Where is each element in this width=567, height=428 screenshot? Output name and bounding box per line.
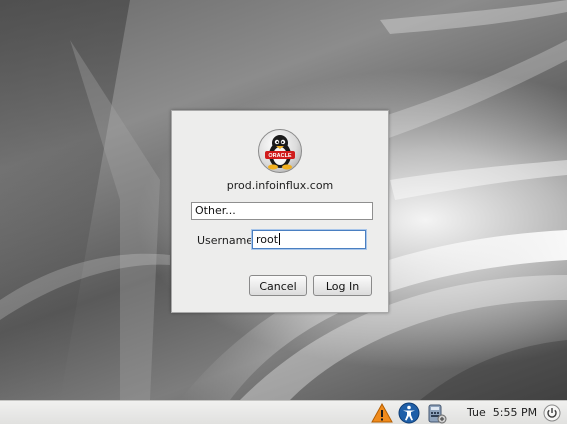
bottom-panel: Tue 5:55 PM xyxy=(0,400,567,424)
login-dialog: ORACLE prod.infoinflux.com Other... User… xyxy=(171,110,389,313)
power-icon[interactable] xyxy=(543,404,561,422)
accessibility-icon[interactable] xyxy=(398,402,420,424)
text-cursor xyxy=(279,233,281,245)
desktop-background: ORACLE prod.infoinflux.com Other... User… xyxy=(0,0,567,400)
oracle-tux-logo-icon: ORACLE xyxy=(258,129,302,173)
username-input[interactable]: root xyxy=(252,230,366,249)
warning-icon[interactable] xyxy=(371,402,393,424)
user-select-field[interactable]: Other... xyxy=(191,202,373,220)
clock[interactable]: Tue 5:55 PM xyxy=(467,406,537,419)
username-value: root xyxy=(256,233,279,246)
username-label: Username: xyxy=(197,234,257,247)
cancel-button[interactable]: Cancel xyxy=(249,275,307,296)
logo-text: ORACLE xyxy=(268,153,292,159)
hostname-label: prod.infoinflux.com xyxy=(226,179,334,192)
login-button[interactable]: Log In xyxy=(313,275,372,296)
keyboard-layout-icon[interactable] xyxy=(425,402,447,424)
